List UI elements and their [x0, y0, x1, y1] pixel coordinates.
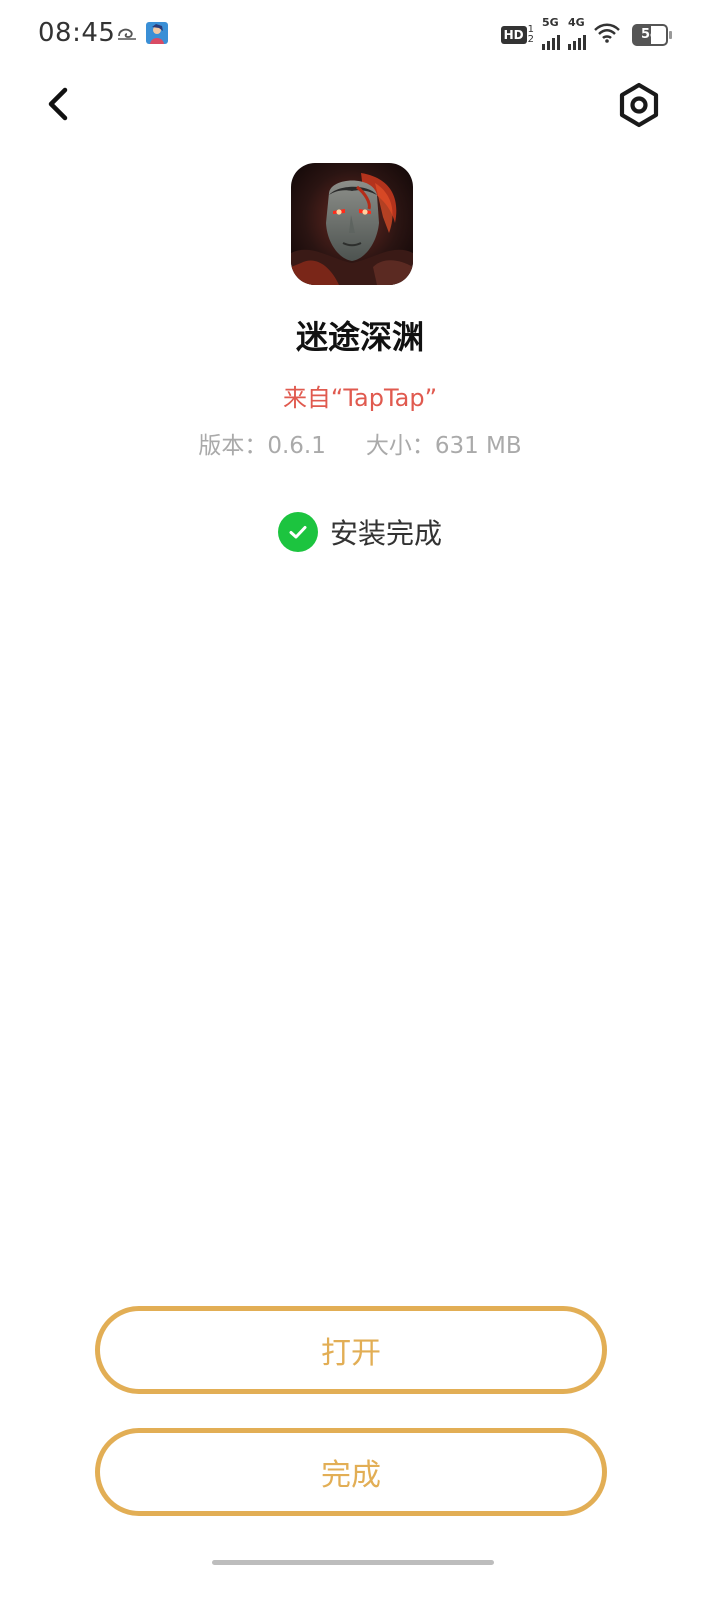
hd-label: HD	[500, 26, 527, 44]
done-button[interactable]: 完成	[95, 1428, 607, 1516]
hd-sub-bottom: 2	[527, 34, 534, 45]
status-bar: 08:45 HD 1 2 5G 4G 54	[0, 0, 720, 70]
app-icon	[291, 163, 413, 285]
wifi-icon	[594, 23, 620, 47]
home-indicator[interactable]	[212, 1560, 494, 1565]
app-source: 来自“TapTap”	[282, 384, 438, 412]
settings-hexagon-icon	[616, 82, 662, 132]
open-button[interactable]: 打开	[95, 1306, 607, 1394]
check-circle-icon	[277, 512, 318, 552]
app-meta: 版本：0.6.1 大小：631 MB	[0, 426, 720, 460]
app-version: 版本：0.6.1	[198, 433, 326, 459]
app-notification-icon	[146, 22, 168, 44]
app-name: 迷途深渊	[295, 318, 424, 356]
chevron-left-icon	[36, 87, 80, 130]
back-button[interactable]	[36, 82, 80, 126]
status-indicators: HD 1 2 5G 4G 54	[500, 16, 672, 50]
signal-4g-label: 4G	[568, 16, 585, 29]
hd-voice-badge: HD 1 2	[500, 25, 534, 45]
signal-bars-icon	[568, 30, 586, 50]
app-size: 大小：631 MB	[365, 433, 522, 459]
install-status: 安装完成	[0, 512, 720, 552]
status-time: 08:45	[38, 18, 116, 48]
signal-5g: 5G	[542, 16, 560, 50]
spiral-notification-icon	[116, 24, 138, 44]
battery-percent: 54	[640, 27, 660, 42]
signal-5g-label: 5G	[542, 16, 559, 29]
settings-button[interactable]	[616, 82, 662, 128]
signal-bars-icon	[542, 30, 560, 50]
signal-4g: 4G	[568, 16, 586, 50]
battery-icon: 54	[632, 24, 672, 46]
install-status-label: 安装完成	[329, 517, 442, 550]
